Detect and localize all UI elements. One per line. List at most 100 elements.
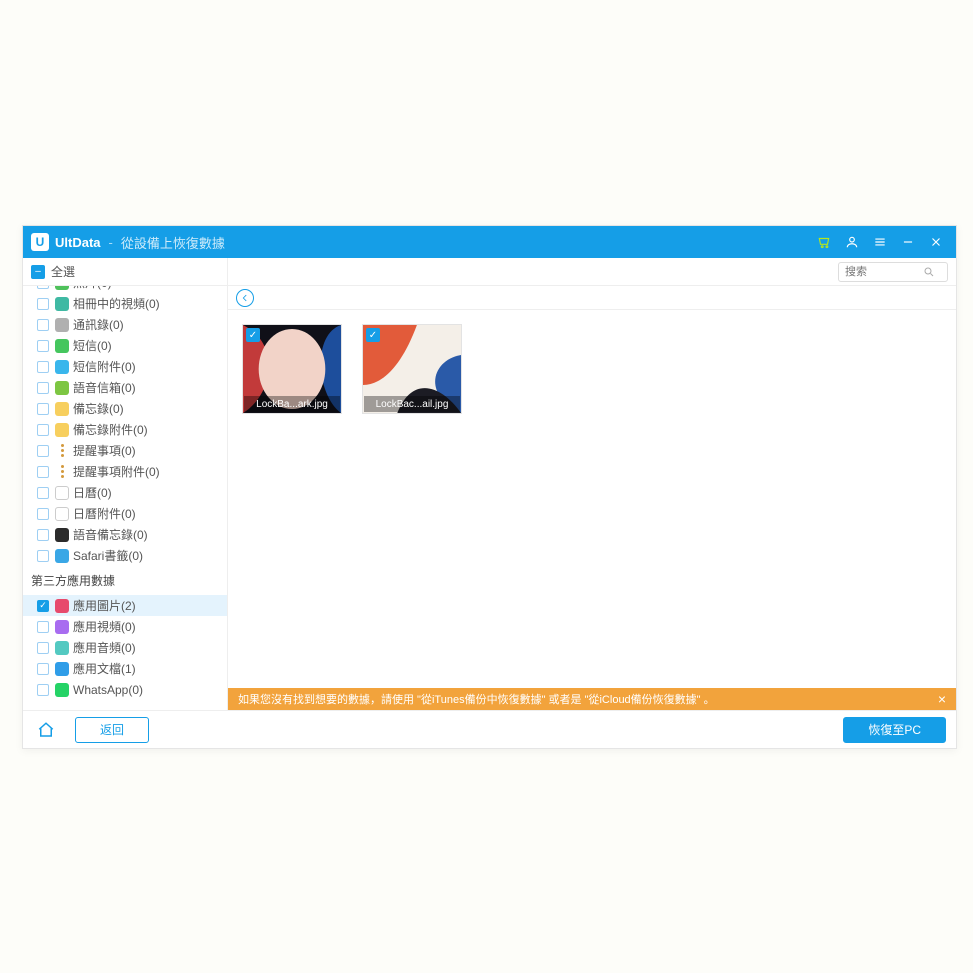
thumbnail-grid: ✓ LockBa...ark.jpg ✓LockBac...ail.jpg xyxy=(228,310,956,710)
sidebar-item[interactable]: WhatsApp(0) xyxy=(23,679,227,700)
sidebar-item[interactable]: 日曆(0) xyxy=(23,482,227,503)
sidebar-item[interactable]: 語音信箱(0) xyxy=(23,377,227,398)
sidebar-item-label: 短信(0) xyxy=(73,337,112,354)
category-icon xyxy=(55,297,69,311)
home-button[interactable] xyxy=(33,717,59,743)
checkbox-icon[interactable] xyxy=(37,361,49,373)
sidebar-item-label: 應用視頻(0) xyxy=(73,618,136,635)
thumbnail[interactable]: ✓LockBac...ail.jpg xyxy=(362,324,462,414)
checkbox-icon[interactable] xyxy=(37,642,49,654)
select-all-checkbox[interactable]: – xyxy=(31,265,45,279)
sidebar-item-label: 通訊錄(0) xyxy=(73,316,124,333)
back-button[interactable]: 返回 xyxy=(75,717,149,743)
sidebar-item[interactable]: 備忘錄附件(0) xyxy=(23,419,227,440)
checkbox-icon[interactable] xyxy=(37,445,49,457)
menu-icon[interactable] xyxy=(868,230,892,254)
checkbox-icon[interactable] xyxy=(37,286,49,289)
thumbnail-checkbox[interactable]: ✓ xyxy=(246,328,260,342)
close-button[interactable] xyxy=(924,230,948,254)
checkbox-icon[interactable] xyxy=(37,298,49,310)
minimize-button[interactable] xyxy=(896,230,920,254)
sidebar-item[interactable]: Safari書籤(0) xyxy=(23,545,227,566)
checkbox-icon[interactable] xyxy=(37,621,49,633)
category-icon xyxy=(55,620,69,634)
sidebar-item-label: 應用文檔(1) xyxy=(73,660,136,677)
select-all-label: 全選 xyxy=(51,263,75,280)
app-window: U UltData - 從設備上恢復數據 – 全選 照片(0) 相冊中的視頻(0)… xyxy=(22,225,957,749)
sidebar-item-label: Safari書籤(0) xyxy=(73,547,143,564)
app-title: UltData xyxy=(55,235,101,250)
sidebar-item[interactable]: 提醒事項附件(0) xyxy=(23,461,227,482)
checkbox-icon[interactable] xyxy=(37,340,49,352)
main-panel: ✓ LockBa...ark.jpg ✓LockBac...ail.jpg 如果您沒… xyxy=(228,258,956,710)
checkbox-icon[interactable] xyxy=(37,663,49,675)
sidebar-item[interactable]: ✓ 應用圖片(2) xyxy=(23,595,227,616)
checkbox-icon[interactable] xyxy=(37,550,49,562)
category-icon xyxy=(55,486,69,500)
recover-to-pc-button[interactable]: 恢復至PC xyxy=(843,717,946,743)
sidebar-item[interactable]: 照片(0) xyxy=(23,286,227,293)
sidebar-item[interactable]: 通訊錄(0) xyxy=(23,314,227,335)
sidebar-item[interactable]: 應用文檔(1) xyxy=(23,658,227,679)
select-all-row[interactable]: – 全選 xyxy=(23,258,227,286)
sidebar-item-label: 語音備忘錄(0) xyxy=(73,526,148,543)
checkbox-icon[interactable] xyxy=(37,466,49,478)
search-box[interactable] xyxy=(838,262,948,282)
checkbox-icon[interactable] xyxy=(37,684,49,696)
checkbox-icon[interactable] xyxy=(37,319,49,331)
titlebar: U UltData - 從設備上恢復數據 xyxy=(23,226,956,258)
category-icon xyxy=(55,662,69,676)
sidebar-item-label: 備忘錄附件(0) xyxy=(73,421,148,438)
category-icon xyxy=(55,286,69,290)
sidebar-item-label: 相冊中的視頻(0) xyxy=(73,295,160,312)
sidebar-item-label: 日曆附件(0) xyxy=(73,505,136,522)
category-icon xyxy=(55,402,69,416)
cart-icon[interactable] xyxy=(812,230,836,254)
window-subtitle: 從設備上恢復數據 xyxy=(121,233,225,252)
checkbox-icon[interactable] xyxy=(37,508,49,520)
sidebar-item[interactable]: 提醒事項(0) xyxy=(23,440,227,461)
sidebar-item-label: WhatsApp(0) xyxy=(73,683,143,697)
category-icon xyxy=(55,599,69,613)
sidebar-item[interactable]: 相冊中的視頻(0) xyxy=(23,293,227,314)
back-nav-button[interactable] xyxy=(236,289,254,307)
sidebar-item-label: 提醒事項附件(0) xyxy=(73,463,160,480)
sidebar-list: 照片(0) 相冊中的視頻(0) 通訊錄(0) 短信(0) 短信附件(0)語音信箱(0) 備… xyxy=(23,286,227,710)
checkbox-icon[interactable] xyxy=(37,424,49,436)
sidebar-item[interactable]: 短信附件(0) xyxy=(23,356,227,377)
thumbnail[interactable]: ✓ LockBa...ark.jpg xyxy=(242,324,342,414)
sidebar-item-label: 應用音頻(0) xyxy=(73,639,136,656)
checkbox-icon[interactable] xyxy=(37,403,49,415)
category-icon xyxy=(55,683,69,697)
sidebar-item-label: 應用圖片(2) xyxy=(73,597,136,614)
banner-close-icon[interactable]: × xyxy=(938,691,946,707)
thumbnail-caption: LockBa...ark.jpg xyxy=(244,396,340,412)
sidebar-item[interactable]: 應用音頻(0) xyxy=(23,637,227,658)
footer: 返回 恢復至PC xyxy=(23,710,956,748)
checkbox-icon[interactable] xyxy=(37,382,49,394)
search-input[interactable] xyxy=(843,265,923,279)
sidebar-item-label: 日曆(0) xyxy=(73,484,112,501)
sidebar-item[interactable]: 應用視頻(0) xyxy=(23,616,227,637)
category-icon xyxy=(55,339,69,353)
category-icon xyxy=(55,360,69,374)
search-icon xyxy=(923,266,935,278)
sidebar-item[interactable]: 短信(0) xyxy=(23,335,227,356)
info-banner: 如果您沒有找到想要的數據，請使用 "從iTunes備份中恢復數據" 或者是 "從… xyxy=(228,688,956,710)
thumbnail-checkbox[interactable]: ✓ xyxy=(366,328,380,342)
sidebar-item-label: 提醒事項(0) xyxy=(73,442,136,459)
user-icon[interactable] xyxy=(840,230,864,254)
sidebar-item[interactable]: 日曆附件(0) xyxy=(23,503,227,524)
category-icon xyxy=(55,507,69,521)
category-icon xyxy=(55,641,69,655)
sidebar-item[interactable]: 備忘錄(0) xyxy=(23,398,227,419)
sidebar-item-label: 備忘錄(0) xyxy=(73,400,124,417)
title-sep: - xyxy=(109,235,113,250)
sidebar-section-header: 第三方應用數據 xyxy=(23,566,227,595)
checkbox-icon[interactable] xyxy=(37,487,49,499)
checkbox-icon[interactable] xyxy=(37,529,49,541)
sidebar-item[interactable]: 語音備忘錄(0) xyxy=(23,524,227,545)
sidebar-item-label: 照片(0) xyxy=(73,286,112,291)
content-toolbar xyxy=(228,286,956,310)
checkbox-checked-icon[interactable]: ✓ xyxy=(37,600,49,612)
